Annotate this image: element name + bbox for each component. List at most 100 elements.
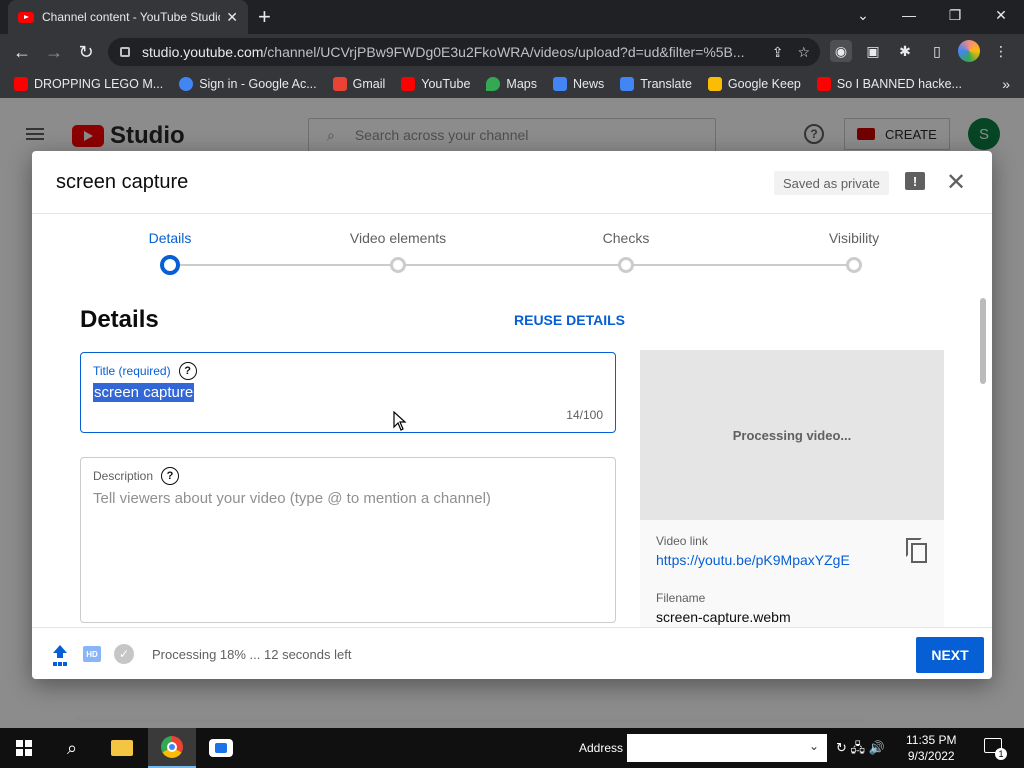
- title-char-counter: 14/100: [566, 408, 603, 422]
- address-bar[interactable]: studio.youtube.com/channel/UCVrjPBw9FWDg…: [108, 38, 820, 66]
- step-checks[interactable]: Checks: [551, 230, 701, 246]
- share-icon[interactable]: ⇪: [772, 44, 784, 61]
- profile-avatar-icon[interactable]: [958, 40, 980, 62]
- browser-tab[interactable]: Channel content - YouTube Studio ✕: [8, 0, 248, 34]
- puzzle-extensions-icon[interactable]: ✱: [894, 40, 916, 62]
- section-heading: Details: [80, 306, 159, 333]
- minimize-button[interactable]: —: [886, 0, 932, 30]
- lock-icon: [120, 47, 130, 57]
- new-tab-button[interactable]: +: [258, 4, 271, 30]
- chevron-down-icon[interactable]: ⌄: [809, 739, 819, 753]
- youtube-favicon-icon: [18, 11, 34, 23]
- clock-date: 9/3/2022: [907, 749, 955, 763]
- title-input-value[interactable]: screen capture: [93, 383, 195, 402]
- help-circle-icon[interactable]: ?: [161, 467, 180, 485]
- browser-tab-strip: Channel content - YouTube Studio ✕ + ⌄ —…: [0, 0, 1024, 34]
- reuse-details-button[interactable]: REUSE DETAILS: [514, 312, 625, 328]
- next-button[interactable]: NEXT: [916, 637, 984, 673]
- bookmark-item[interactable]: Translate: [620, 77, 692, 91]
- address-toolbar-label: Address: [579, 741, 624, 755]
- screen-recorder-taskbar-icon[interactable]: [197, 728, 245, 768]
- tab-title: Channel content - YouTube Studio: [42, 10, 221, 24]
- description-field[interactable]: Description ? Tell viewers about your vi…: [80, 457, 616, 623]
- page-horizontal-scrollbar[interactable]: [76, 716, 864, 722]
- filename-label: Filename: [656, 591, 706, 605]
- browser-toolbar: ← → ↻ studio.youtube.com/channel/UCVrjPB…: [0, 34, 1024, 70]
- stepper-track: [170, 264, 854, 266]
- processing-status: Processing 18% ... 12 seconds left: [152, 647, 352, 662]
- video-preview-panel: Processing video... Video link https://y…: [640, 350, 944, 627]
- youtube-icon: [816, 77, 831, 91]
- help-circle-icon[interactable]: ?: [178, 362, 197, 380]
- extension-icon[interactable]: ▣: [862, 40, 884, 62]
- saved-status-badge: Saved as private: [774, 171, 889, 195]
- feedback-icon[interactable]: !: [905, 172, 925, 190]
- reload-icon[interactable]: ↻: [70, 36, 102, 68]
- bookmark-item[interactable]: YouTube: [401, 77, 470, 91]
- tab-close-icon[interactable]: ✕: [226, 9, 238, 26]
- dialog-title: screen capture: [56, 171, 189, 193]
- bookmark-item[interactable]: Gmail: [332, 77, 385, 91]
- dialog-scrollbar[interactable]: [980, 298, 986, 384]
- address-toolbar-input[interactable]: ⌄: [627, 734, 827, 762]
- file-explorer-icon[interactable]: [98, 728, 146, 768]
- step-visibility[interactable]: Visibility: [779, 230, 929, 246]
- step-dot-details[interactable]: [160, 255, 180, 275]
- url-host: studio.youtube.com: [142, 44, 264, 60]
- copy-icon[interactable]: [906, 538, 927, 563]
- bookmark-item[interactable]: Maps: [486, 77, 537, 91]
- upload-icon[interactable]: [52, 645, 68, 663]
- keep-icon: [707, 77, 722, 91]
- back-arrow-icon[interactable]: ←: [6, 36, 38, 68]
- step-details[interactable]: Details: [95, 230, 245, 246]
- bookmark-item[interactable]: Sign in - Google Ac...: [179, 77, 317, 91]
- side-panel-icon[interactable]: ▯: [926, 40, 948, 62]
- step-dot-visibility[interactable]: [846, 257, 862, 273]
- youtube-icon: [401, 77, 416, 91]
- notification-count-badge: 1: [995, 748, 1007, 760]
- system-tray-icons[interactable]: ↻ 🖧 🔊: [836, 739, 885, 761]
- search-icon[interactable]: ⌕: [48, 728, 96, 768]
- chrome-taskbar-icon[interactable]: [148, 728, 196, 768]
- clock-time: 11:35 PM: [906, 733, 957, 747]
- windows-taskbar: ⌕ Address ⌄ ↻ 🖧 🔊 11:35 PM 9/3/2022 1: [0, 728, 1024, 768]
- step-dot-checks[interactable]: [618, 257, 634, 273]
- translate-icon: [620, 77, 635, 91]
- hd-icon[interactable]: HD: [83, 646, 101, 662]
- url-path: /channel/UCVrjPBw9FWDg0E3u2FkoWRA/videos…: [263, 44, 745, 60]
- chrome-menu-icon[interactable]: ⋮: [990, 40, 1012, 62]
- gmail-icon: [332, 77, 347, 91]
- step-dot-video-elements[interactable]: [390, 257, 406, 273]
- forward-arrow-icon[interactable]: →: [38, 36, 70, 68]
- url-text: studio.youtube.com/channel/UCVrjPBw9FWDg…: [142, 44, 772, 60]
- step-video-elements[interactable]: Video elements: [323, 230, 473, 246]
- details-form: Details REUSE DETAILS Title (required) ?…: [32, 284, 992, 627]
- bookmark-favicon-icon: [179, 77, 194, 91]
- dialog-footer: HD ✓ Processing 18% ... 12 seconds left …: [32, 627, 992, 679]
- bookmark-item[interactable]: So I BANNED hacke...: [816, 77, 962, 91]
- restore-button[interactable]: ❐: [932, 0, 978, 30]
- dialog-close-icon[interactable]: ✕: [944, 168, 968, 196]
- bookmark-item[interactable]: Google Keep: [707, 77, 801, 91]
- video-link-label: Video link: [656, 534, 708, 548]
- news-icon: [552, 77, 567, 91]
- windows-logo-icon: [16, 740, 32, 756]
- window-close-button[interactable]: ✕: [978, 0, 1024, 30]
- start-button[interactable]: [0, 728, 48, 768]
- bookmark-item[interactable]: DROPPING LEGO M...: [14, 77, 163, 91]
- tab-search-icon[interactable]: ⌄: [840, 0, 886, 30]
- taskbar-clock[interactable]: 11:35 PM 9/3/2022: [906, 732, 956, 764]
- bookmark-star-icon[interactable]: ☆: [797, 44, 810, 61]
- upload-dialog: screen capture Saved as private ! ✕ Deta…: [32, 151, 992, 679]
- upload-stepper: Details Video elements Checks Visibility: [32, 214, 992, 284]
- screen-recorder-extension-icon[interactable]: ◉: [830, 40, 852, 62]
- title-field-label: Title (required): [93, 364, 171, 378]
- description-field-label: Description: [93, 469, 154, 483]
- video-thumbnail: Processing video...: [640, 350, 944, 520]
- checks-icon[interactable]: ✓: [114, 644, 134, 664]
- bookmarks-overflow-icon[interactable]: »: [1002, 76, 1010, 92]
- bookmark-item[interactable]: News: [552, 77, 604, 91]
- title-field[interactable]: Title (required) ? screen capture 14/100: [80, 352, 616, 433]
- bookmarks-bar: DROPPING LEGO M... Sign in - Google Ac..…: [0, 70, 1024, 98]
- video-link[interactable]: https://youtu.be/pK9MpaxYZgE: [656, 552, 850, 568]
